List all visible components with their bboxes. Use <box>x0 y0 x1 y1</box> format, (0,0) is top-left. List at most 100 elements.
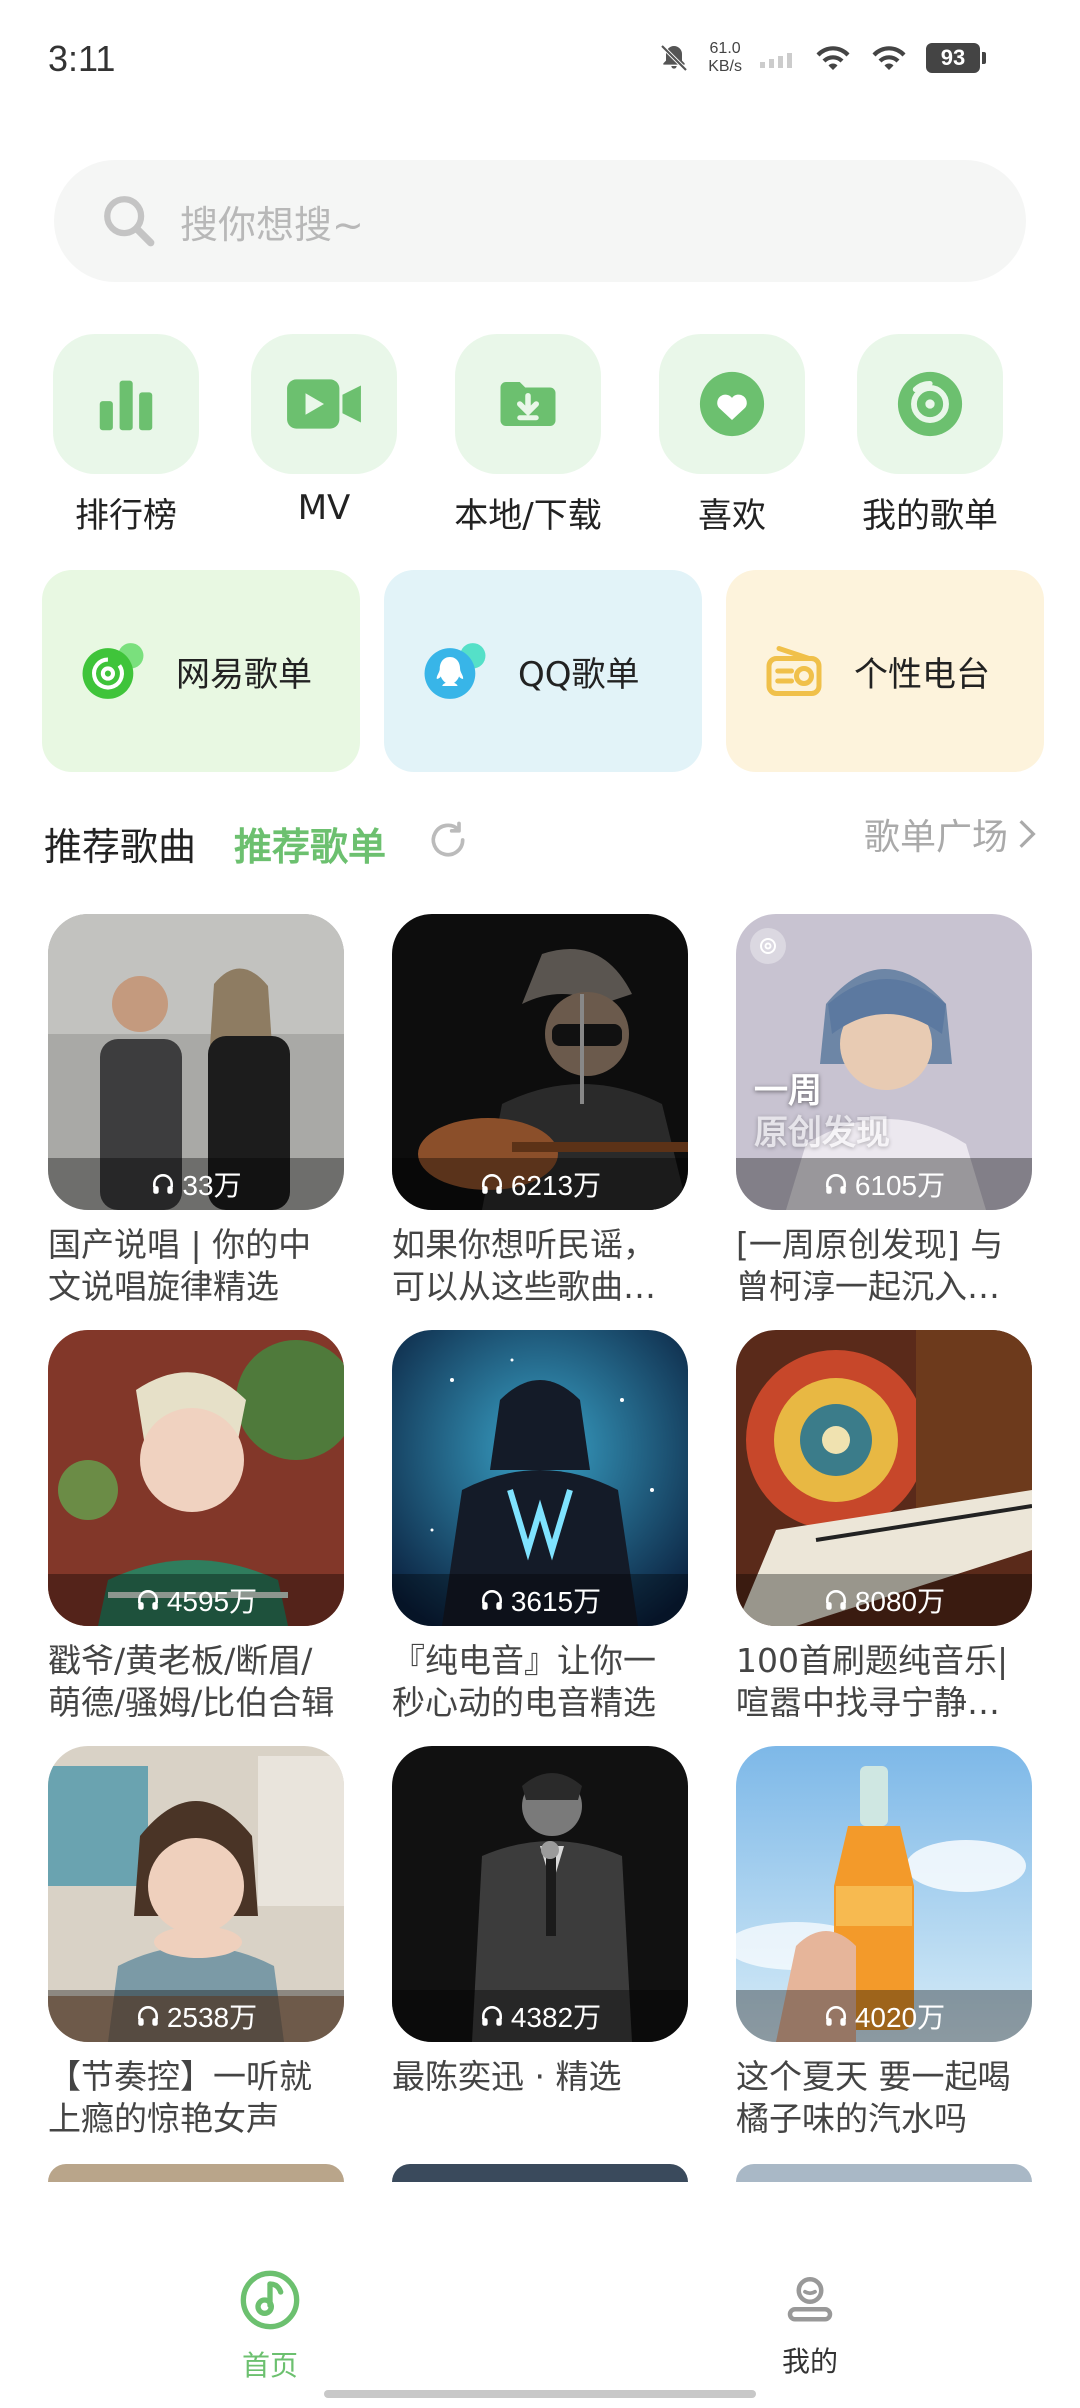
user-icon <box>787 2277 833 2322</box>
playlist-plaza-label: 歌单广场 <box>863 817 1008 858</box>
home-indicator[interactable] <box>324 2390 756 2398</box>
refresh-icon[interactable] <box>426 818 470 862</box>
quick-link-label: 排行榜 <box>75 496 177 536</box>
netease-badge-icon <box>750 928 786 964</box>
playlist-cover[interactable]: 6213万 <box>392 914 688 1210</box>
recommend-header: 推荐歌曲 推荐歌单 歌单广场 <box>44 808 1038 871</box>
nav-home[interactable]: 首页 <box>190 2268 350 2384</box>
net-speed-unit: KB/s <box>708 58 742 75</box>
ranking-tile[interactable] <box>53 334 199 474</box>
playlist-title[interactable]: 如果你想听民谣，可以从这些歌曲开始 <box>392 1224 688 1308</box>
quick-link-my-playlists[interactable]: 我的歌单 <box>840 334 1020 537</box>
playlist-plaza-link[interactable]: 歌单广场 <box>864 808 1038 860</box>
playlist-card[interactable]: 4382万 最陈奕迅 · 精选 <box>392 1746 688 2140</box>
partial-cover[interactable] <box>392 2164 688 2182</box>
like-tile[interactable] <box>659 334 805 474</box>
playlist-card[interactable]: 3615万 『纯电音』让你一秒心动的电音精选 <box>392 1330 688 1724</box>
source-label: 网易歌单 <box>176 654 312 695</box>
playlist-title[interactable]: [一周原创发现] 与曾柯淳一起沉入音乐 <box>736 1224 1032 1308</box>
source-card-qq[interactable]: QQ歌单 <box>384 570 702 772</box>
folder-download-icon <box>500 382 556 426</box>
headphones-icon <box>825 1174 846 1194</box>
quick-link-label: 我的歌单 <box>862 496 998 536</box>
play-count-value: 6105万 <box>854 1170 946 1201</box>
wifi-icon-2 <box>872 46 906 70</box>
quick-link-like[interactable]: 喜欢 <box>642 334 822 537</box>
home-music-icon <box>240 2270 300 2330</box>
video-camera-icon <box>287 379 361 429</box>
mv-tile[interactable] <box>251 334 397 474</box>
play-count: 8080万 <box>736 1574 1032 1626</box>
cover-caption: 一周 原创发现 <box>754 1070 890 1154</box>
play-count: 6213万 <box>392 1158 688 1210</box>
headphones-icon <box>137 1590 158 1610</box>
playlist-cover[interactable]: 8080万 <box>736 1330 1032 1626</box>
nav-home-label: 首页 <box>241 2349 298 2382</box>
quick-link-local-download[interactable]: 本地/下载 <box>438 334 618 537</box>
partial-cover[interactable] <box>48 2164 344 2182</box>
tab-recommended-songs[interactable]: 推荐歌曲 <box>44 816 196 871</box>
netease-icon <box>82 643 144 699</box>
headphones-icon <box>481 1590 502 1610</box>
playlist-card[interactable]: 33万 国产说唱 | 你的中文说唱旋律精选 <box>48 914 344 1308</box>
play-count: 4595万 <box>48 1574 344 1626</box>
play-count-value: 4382万 <box>510 2002 602 2033</box>
search-placeholder[interactable]: 搜你想搜~ <box>180 194 364 249</box>
heart-icon <box>699 371 765 437</box>
wifi-icon <box>816 46 850 70</box>
playlist-cover[interactable]: 33万 <box>48 914 344 1210</box>
cover-caption-line: 一周 <box>754 1071 822 1111</box>
nav-mine-label: 我的 <box>781 2345 838 2378</box>
playlist-card[interactable]: 一周 原创发现 6105万 [一周原创发现] 与曾柯淳一起沉入音乐 <box>736 914 1032 1308</box>
playlist-title[interactable]: 『纯电音』让你一秒心动的电音精选 <box>392 1640 688 1724</box>
playlist-card[interactable]: 4020万 这个夏天 要一起喝橘子味的汽水吗 <box>736 1746 1032 2140</box>
playlist-title[interactable]: 国产说唱 | 你的中文说唱旋律精选 <box>48 1224 344 1308</box>
disc-icon <box>897 371 963 437</box>
playlist-cover[interactable]: 3615万 <box>392 1330 688 1626</box>
tab-recommended-playlists[interactable]: 推荐歌单 <box>234 816 386 871</box>
playlist-cover[interactable]: 一周 原创发现 6105万 <box>736 914 1032 1210</box>
radio-icon <box>766 646 822 696</box>
cover-caption-line: 原创发现 <box>754 1113 890 1153</box>
play-count: 6105万 <box>736 1158 1032 1210</box>
playlist-cover[interactable]: 4382万 <box>392 1746 688 2042</box>
play-count: 33万 <box>48 1158 344 1210</box>
playlist-card[interactable]: 4595万 戳爷/黄老板/断眉/萌德/骚姆/比伯合辑 <box>48 1330 344 1724</box>
battery-indicator: 93 <box>926 43 986 73</box>
source-label: QQ歌单 <box>518 654 640 695</box>
playlist-card[interactable]: 6213万 如果你想听民谣，可以从这些歌曲开始 <box>392 914 688 1308</box>
playlist-cover[interactable]: 4595万 <box>48 1330 344 1626</box>
status-time: 3:11 <box>48 38 116 79</box>
quick-links: 排行榜 MV 本地/下载 喜欢 我的歌单 <box>0 334 1080 537</box>
playlist-title[interactable]: 100首刷题纯音乐|喧嚣中找寻宁静时光 <box>736 1640 1032 1724</box>
playlist-cover[interactable]: 2538万 <box>48 1746 344 2042</box>
play-count: 2538万 <box>48 1990 344 2042</box>
source-card-radio[interactable]: 个性电台 <box>726 570 1044 772</box>
playlist-cover[interactable]: 4020万 <box>736 1746 1032 2042</box>
headphones-icon <box>153 1174 174 1194</box>
headphones-icon <box>137 2006 158 2026</box>
quick-link-ranking[interactable]: 排行榜 <box>36 334 216 537</box>
play-count: 4382万 <box>392 1990 688 2042</box>
partial-cover[interactable] <box>736 2164 1032 2182</box>
search-bar[interactable]: 搜你想搜~ <box>54 160 1026 282</box>
play-count-value: 4020万 <box>854 2002 946 2033</box>
playlist-title[interactable]: 【节奏控】一听就上瘾的惊艳女声 <box>48 2056 344 2140</box>
quick-link-label: MV <box>297 488 351 528</box>
status-icons: 61.0 KB/s 93 <box>658 40 986 76</box>
local-download-tile[interactable] <box>455 334 601 474</box>
nav-mine[interactable]: 我的 <box>730 2268 890 2380</box>
quick-link-label: 喜欢 <box>698 496 766 536</box>
quick-link-mv[interactable]: MV <box>234 334 414 528</box>
headphones-icon <box>825 1590 846 1610</box>
playlist-title[interactable]: 这个夏天 要一起喝橘子味的汽水吗 <box>736 2056 1032 2140</box>
playlist-title[interactable]: 最陈奕迅 · 精选 <box>392 2056 688 2140</box>
source-card-netease[interactable]: 网易歌单 <box>42 570 360 772</box>
playlist-card[interactable]: 8080万 100首刷题纯音乐|喧嚣中找寻宁静时光 <box>736 1330 1032 1724</box>
next-row-peek <box>48 2164 1038 2184</box>
play-count-value: 8080万 <box>854 1586 946 1617</box>
my-playlists-tile[interactable] <box>857 334 1003 474</box>
play-count-value: 3615万 <box>510 1586 602 1617</box>
playlist-card[interactable]: 2538万 【节奏控】一听就上瘾的惊艳女声 <box>48 1746 344 2140</box>
playlist-title[interactable]: 戳爷/黄老板/断眉/萌德/骚姆/比伯合辑 <box>48 1640 344 1724</box>
